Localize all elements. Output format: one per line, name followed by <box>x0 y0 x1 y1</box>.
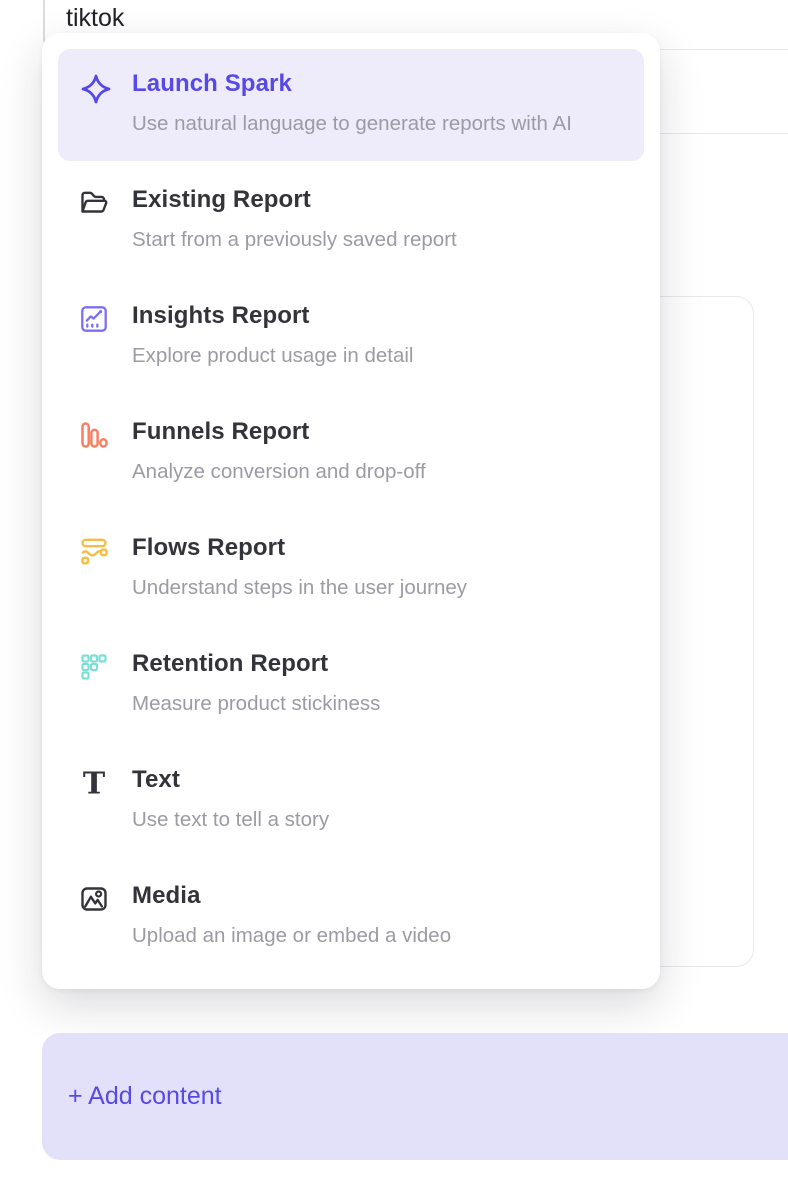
media-image-icon <box>78 883 116 915</box>
add-content-label: + Add content <box>68 1082 222 1111</box>
insights-chart-icon <box>78 303 116 335</box>
menu-item-title: Flows Report <box>132 533 467 563</box>
menu-item-description: Start from a previously saved report <box>132 223 457 257</box>
menu-item-title: Existing Report <box>132 185 457 215</box>
svg-text:T: T <box>83 767 106 799</box>
menu-item-description: Measure product stickiness <box>132 687 380 721</box>
add-content-menu: Launch Spark Use natural language to gen… <box>42 33 660 989</box>
menu-item-title: Media <box>132 881 451 911</box>
funnels-bars-icon <box>78 419 116 451</box>
retention-grid-icon <box>78 651 116 683</box>
menu-item-title: Retention Report <box>132 649 380 679</box>
menu-item-media[interactable]: Media Upload an image or embed a video <box>58 861 644 973</box>
menu-item-funnels-report[interactable]: Funnels Report Analyze conversion and dr… <box>58 397 644 509</box>
background-text-tiktok: tiktok <box>66 2 124 34</box>
menu-item-flows-report[interactable]: Flows Report Understand steps in the use… <box>58 513 644 625</box>
menu-item-insights-report[interactable]: Insights Report Explore product usage in… <box>58 281 644 393</box>
menu-item-description: Upload an image or embed a video <box>132 919 451 953</box>
menu-item-existing-report[interactable]: Existing Report Start from a previously … <box>58 165 644 277</box>
menu-item-title: Funnels Report <box>132 417 426 447</box>
menu-item-launch-spark[interactable]: Launch Spark Use natural language to gen… <box>58 49 644 161</box>
menu-item-text[interactable]: T Text Use text to tell a story <box>58 745 644 857</box>
flows-path-icon <box>78 535 116 567</box>
report-builder-canvas: tiktok Launch Spark Use natural language… <box>0 0 788 1200</box>
menu-item-title: Text <box>132 765 329 795</box>
menu-item-title: Launch Spark <box>132 69 572 99</box>
menu-item-description: Analyze conversion and drop-off <box>132 455 426 489</box>
menu-item-title: Insights Report <box>132 301 414 331</box>
sparkle-icon <box>78 71 116 107</box>
menu-item-description: Explore product usage in detail <box>132 339 414 373</box>
folder-open-icon <box>78 187 116 219</box>
menu-item-description: Use text to tell a story <box>132 803 329 837</box>
add-content-button[interactable]: + Add content <box>42 1033 788 1160</box>
menu-item-description: Use natural language to generate reports… <box>132 107 572 141</box>
menu-item-retention-report[interactable]: Retention Report Measure product stickin… <box>58 629 644 741</box>
background-card-border <box>43 0 45 42</box>
menu-item-description: Understand steps in the user journey <box>132 571 467 605</box>
text-icon: T <box>78 767 116 799</box>
